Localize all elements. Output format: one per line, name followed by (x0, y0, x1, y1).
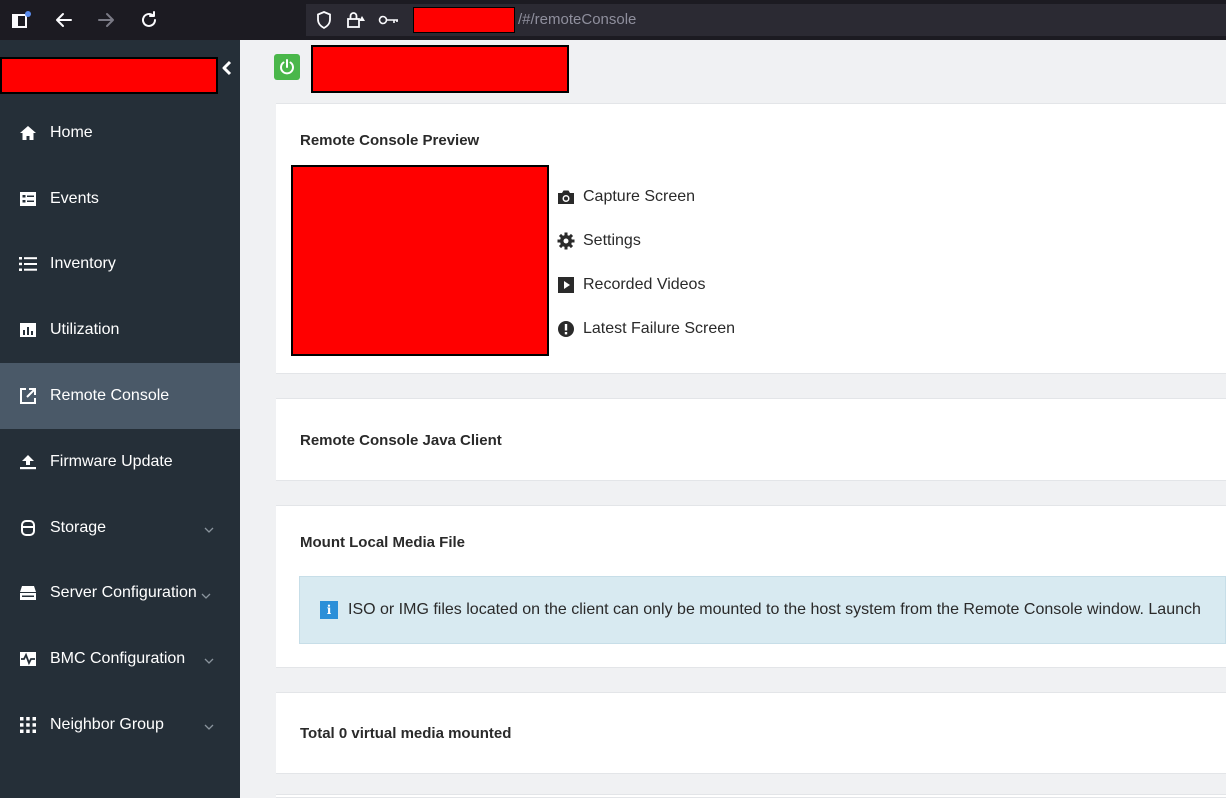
chevron-down-icon (201, 587, 211, 599)
sidebar-item-label: Inventory (50, 255, 116, 273)
power-button[interactable] (274, 54, 300, 80)
redacted-console-preview[interactable] (291, 165, 549, 356)
capture-screen-button[interactable]: Capture Screen (557, 188, 695, 206)
chevron-down-icon (204, 652, 214, 665)
key-icon[interactable] (377, 8, 401, 32)
lock-icon[interactable] (345, 8, 367, 32)
sidebar-item-label: Storage (50, 518, 107, 536)
sidebar-item-server-configuration[interactable]: Server Configuration (0, 561, 240, 627)
next-card (276, 794, 1226, 798)
sidebar-item-label: Utilization (50, 321, 120, 339)
sidebar-item-label: Neighbor Group (50, 716, 164, 734)
mount-local-media-card: Mount Local Media File i ISO or IMG file… (276, 505, 1226, 668)
sidebar-item-utilization[interactable]: Utilization (0, 297, 240, 363)
java-client-card: Remote Console Java Client (276, 398, 1226, 481)
sidebar-nav: Home Events Inventory Utilization Remote… (0, 100, 240, 758)
chevron-left-icon[interactable] (222, 60, 232, 81)
info-alert: i ISO or IMG files located on the client… (299, 576, 1226, 644)
info-icon: i (320, 601, 338, 619)
sidebar-icon[interactable] (10, 8, 34, 32)
card-title: Remote Console Java Client (300, 432, 502, 449)
recorded-videos-button[interactable]: Recorded Videos (557, 276, 705, 294)
shield-icon[interactable] (314, 8, 334, 32)
card-title: Total 0 virtual media mounted (300, 725, 512, 742)
bar-chart-icon (18, 320, 38, 340)
database-icon (18, 518, 38, 538)
action-label: Recorded Videos (583, 276, 706, 293)
sidebar-item-label: Firmware Update (50, 452, 173, 470)
back-icon[interactable] (52, 8, 76, 32)
external-link-icon (18, 386, 38, 406)
list-icon (18, 254, 38, 274)
sidebar-item-label: Server Configuration (50, 584, 197, 602)
pulse-icon (18, 649, 38, 669)
home-icon (18, 123, 38, 143)
action-label: Settings (583, 232, 641, 249)
sidebar-item-firmware-update[interactable]: Firmware Update (0, 429, 240, 495)
latest-failure-screen-button[interactable]: Latest Failure Screen (557, 320, 735, 338)
sidebar-item-label: Home (50, 123, 93, 141)
reload-icon[interactable] (137, 8, 161, 32)
sidebar-item-neighbor-group[interactable]: Neighbor Group (0, 692, 240, 758)
main-content: Remote Console Preview Capture Screen Se… (240, 40, 1226, 798)
sidebar-item-label: Remote Console (50, 387, 170, 405)
browser-toolbar: /#/remoteConsole (0, 0, 1226, 40)
sidebar-item-label: BMC Configuration (50, 650, 186, 668)
camera-icon (557, 188, 575, 206)
action-label: Capture Screen (583, 188, 696, 205)
chevron-down-icon (204, 521, 214, 533)
power-icon (280, 59, 294, 75)
upload-icon (18, 452, 38, 472)
gear-icon (557, 232, 575, 250)
settings-button[interactable]: Settings (557, 232, 641, 250)
events-icon (18, 189, 38, 209)
redacted-logo (0, 57, 218, 94)
info-text: ISO or IMG files located on the client c… (348, 601, 1201, 618)
sidebar-header (0, 40, 240, 100)
exclamation-icon (557, 320, 575, 338)
action-label: Latest Failure Screen (583, 320, 736, 337)
sidebar-item-storage[interactable]: Storage (0, 495, 240, 561)
sidebar-item-label: Events (50, 189, 99, 207)
remote-console-preview-card: Remote Console Preview Capture Screen Se… (276, 103, 1226, 374)
sidebar: Home Events Inventory Utilization Remote… (0, 40, 240, 798)
server-icon (18, 583, 38, 603)
redacted-host (413, 7, 515, 33)
redacted-server-name (311, 45, 569, 93)
sidebar-item-home[interactable]: Home (0, 100, 240, 166)
virtual-media-card: Total 0 virtual media mounted (276, 692, 1226, 774)
play-icon (557, 276, 575, 294)
card-title: Mount Local Media File (300, 534, 466, 551)
chevron-down-icon (204, 718, 214, 731)
forward-icon[interactable] (94, 8, 118, 32)
sidebar-item-bmc-configuration[interactable]: BMC Configuration (0, 626, 240, 692)
url-path: /#/remoteConsole (518, 11, 637, 28)
sidebar-item-remote-console[interactable]: Remote Console (0, 363, 240, 429)
sidebar-item-inventory[interactable]: Inventory (0, 232, 240, 298)
card-title: Remote Console Preview (300, 132, 480, 149)
grid-dots-icon (18, 715, 38, 735)
sidebar-item-events[interactable]: Events (0, 166, 240, 232)
